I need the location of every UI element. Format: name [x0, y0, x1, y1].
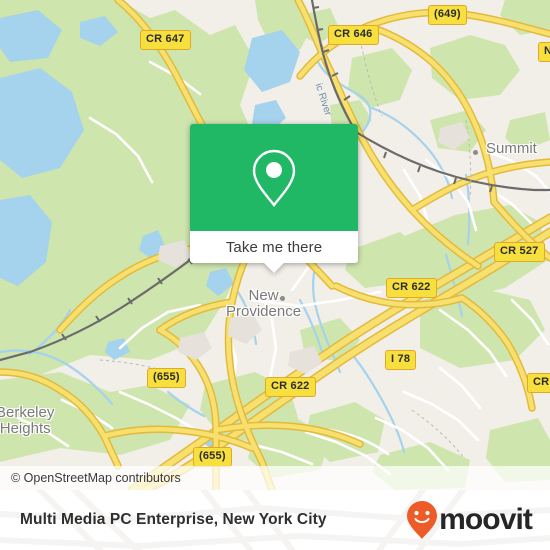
moovit-wordmark: moovit — [439, 503, 533, 536]
road-shield-cr-622-north[interactable]: CR 622 — [386, 278, 437, 298]
map-attribution-bar: © OpenStreetMap contributors — [0, 466, 550, 490]
place-label-line2: Heights — [0, 419, 51, 437]
popup-icon-panel — [190, 124, 358, 231]
bottom-info-bar: Multi Media PC Enterprise, New York City… — [0, 490, 550, 550]
place-title: Multi Media PC Enterprise, New York City — [20, 511, 327, 528]
popup-pointer-tail — [264, 263, 284, 273]
take-me-there-label: Take me there — [225, 238, 323, 256]
place-label-new-providence: New Providence — [226, 288, 301, 320]
place-label-berkeley-heights: Berkeley Heights — [0, 405, 54, 437]
road-shield-cr-646[interactable]: CR 646 — [328, 25, 379, 45]
place-label-line1: Berkeley — [0, 404, 55, 421]
map-pin-icon — [252, 149, 296, 207]
map-canvas[interactable]: ic River Summit New Providence Berkeley … — [0, 0, 550, 490]
location-popup-card[interactable]: Take me there — [190, 124, 358, 273]
road-shield-649[interactable]: (649) — [428, 5, 467, 25]
place-label-summit: Summit — [486, 140, 537, 157]
place-label-line1: New — [248, 287, 279, 304]
road-shield-cr-647[interactable]: CR 647 — [140, 30, 191, 50]
moovit-logo[interactable]: moovit — [406, 500, 550, 540]
road-shield-i-78[interactable]: I 78 — [385, 350, 417, 370]
popup-action-bar[interactable]: Take me there — [190, 231, 358, 273]
place-dot-summit — [473, 150, 478, 155]
attribution-text[interactable]: © OpenStreetMap contributors — [0, 471, 181, 485]
road-shield-cr-527[interactable]: CR 527 — [494, 242, 545, 262]
road-shield-cr-622-south[interactable]: CR 622 — [265, 377, 316, 397]
road-shield-cr-6[interactable]: CR 6 — [527, 373, 550, 393]
moovit-pin-icon — [407, 501, 438, 539]
road-shield-655-upper[interactable]: (655) — [147, 368, 186, 388]
road-shield-655-lower[interactable]: (655) — [193, 447, 232, 467]
place-label-line2: Providence — [226, 302, 302, 320]
road-shield-n[interactable]: N — [538, 42, 550, 62]
